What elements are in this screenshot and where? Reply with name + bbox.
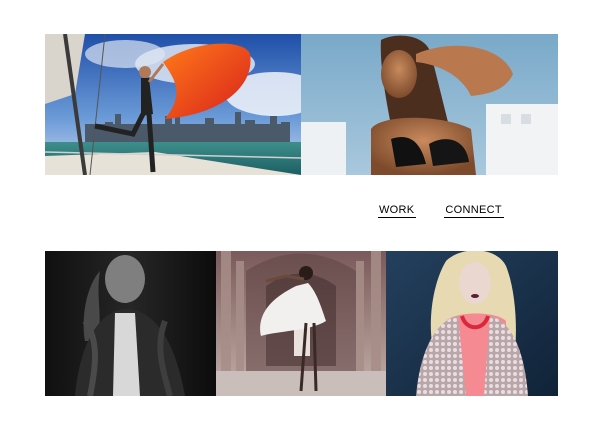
- photo-leather-jacket-model[interactable]: [45, 251, 216, 396]
- photo-arcade-image: [216, 251, 386, 396]
- main-nav: WORK CONNECT: [378, 204, 504, 218]
- photo-arcade-white-dress-model[interactable]: [216, 251, 386, 396]
- photo-sunbather-image: [301, 34, 558, 175]
- photo-leather-jacket-image: [45, 251, 216, 396]
- photo-sailboat-model[interactable]: [45, 34, 301, 175]
- photo-sequin-jacket-image: [386, 251, 558, 396]
- photo-sequin-jacket-model[interactable]: [386, 251, 558, 396]
- nav-link-work[interactable]: WORK: [378, 204, 417, 218]
- nav-link-connect[interactable]: CONNECT: [444, 204, 504, 218]
- photo-sailboat-image: [45, 34, 301, 175]
- photo-sunbather-model[interactable]: [301, 34, 558, 175]
